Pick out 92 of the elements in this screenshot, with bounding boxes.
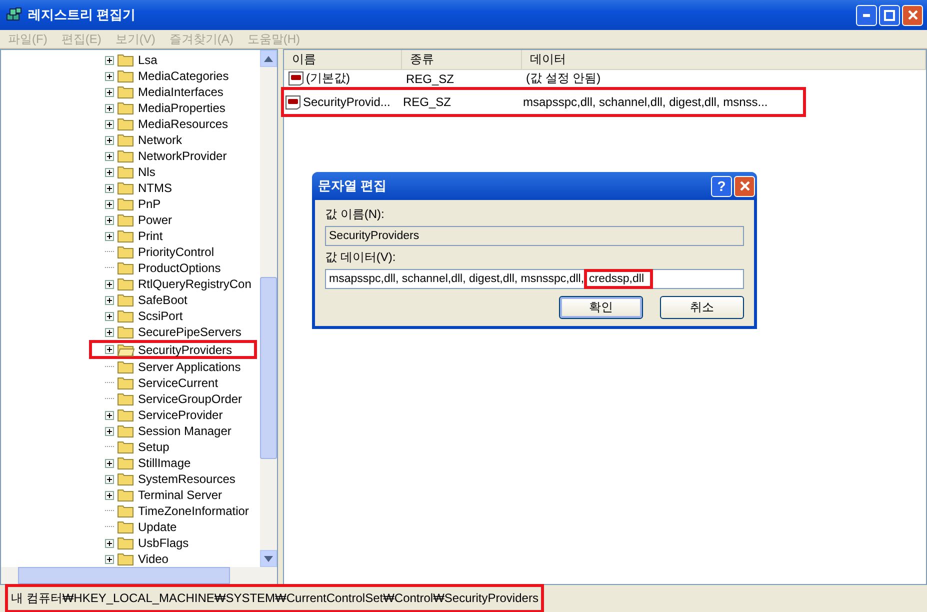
- maximize-button[interactable]: [879, 4, 900, 26]
- tree-item[interactable]: MediaInterfaces: [138, 85, 224, 99]
- tree-item[interactable]: Video: [138, 552, 168, 566]
- expand-icon[interactable]: [105, 136, 114, 144]
- table-cell: msapsspc,dll, schannel,dll, digest,dll, msnss...: [523, 95, 768, 109]
- tree-item[interactable]: PriorityControl: [138, 245, 214, 259]
- minimize-icon: [863, 14, 870, 16]
- field-label: 값 이름(N):: [325, 206, 386, 223]
- tree-item[interactable]: Print: [138, 229, 163, 243]
- ok-button[interactable]: 확인: [559, 296, 643, 319]
- expand-icon[interactable]: [105, 426, 114, 436]
- tree-item[interactable]: SystemResources: [138, 472, 236, 486]
- help-button[interactable]: ?: [711, 176, 732, 196]
- expand-icon[interactable]: [105, 280, 114, 288]
- tree-item[interactable]: ProductOptions: [138, 261, 221, 275]
- expand-icon[interactable]: [105, 216, 114, 224]
- highlighted-text: credssp,dll: [587, 272, 650, 286]
- value-name-field[interactable]: SecurityProviders: [325, 226, 744, 246]
- expand-icon[interactable]: [105, 458, 114, 468]
- expand-icon[interactable]: [105, 72, 114, 80]
- tree-item[interactable]: Setup: [138, 440, 170, 454]
- tree-item[interactable]: MediaProperties: [138, 101, 226, 115]
- tree-item[interactable]: ServiceProvider: [138, 408, 223, 422]
- tree-item[interactable]: MediaCategories: [138, 69, 229, 83]
- field-text: msapsspc,dll, schannel,dll, digest,dll, msnsspc,dll,: [329, 272, 584, 287]
- tree-item[interactable]: TimeZoneInformatior: [138, 504, 249, 518]
- dialog-title: 문자열 편집: [318, 177, 388, 195]
- tree-item[interactable]: Lsa: [138, 53, 158, 67]
- string-value-icon: [288, 71, 304, 86]
- horizontal-scrollbar[interactable]: [1, 567, 277, 584]
- expand-icon[interactable]: [105, 168, 114, 176]
- column-header[interactable]: 데이터: [522, 50, 926, 69]
- expand-icon[interactable]: [105, 345, 114, 354]
- tree-item[interactable]: SafeBoot: [138, 293, 188, 307]
- tree-item[interactable]: ScsiPort: [138, 309, 183, 323]
- expand-icon[interactable]: [105, 232, 114, 240]
- tree-item[interactable]: NTMS: [138, 181, 172, 195]
- expand-icon[interactable]: [105, 88, 114, 96]
- table-cell-text: SecurityProvid...: [303, 95, 392, 109]
- tree-item[interactable]: SecurePipeServers: [138, 325, 242, 339]
- field-label: 값 데이터(V):: [325, 249, 397, 266]
- window-title: 레지스트리 편집기: [28, 6, 137, 24]
- maximize-icon: [884, 10, 895, 20]
- close-button[interactable]: [734, 176, 755, 196]
- tree-item[interactable]: RtlQueryRegistryCon: [138, 277, 252, 291]
- expand-icon[interactable]: [105, 474, 114, 484]
- table-cell-text: REG_SZ: [405, 72, 456, 86]
- table-cell-text: REG_SZ: [402, 95, 452, 109]
- expand-icon[interactable]: [105, 312, 114, 320]
- expand-icon[interactable]: [105, 152, 114, 160]
- close-icon: [908, 10, 918, 20]
- expand-icon[interactable]: [105, 554, 114, 564]
- column-header[interactable]: 이름: [284, 50, 402, 69]
- scroll-up-icon[interactable]: [264, 56, 273, 62]
- scroll-thumb[interactable]: [260, 277, 277, 459]
- tree-item[interactable]: MediaResources: [138, 117, 228, 131]
- expand-icon[interactable]: [105, 410, 114, 420]
- status-path: 내 컴퓨터₩HKEY_LOCAL_MACHINE₩SYSTEM₩CurrentControlSet₩Control₩SecurityProviders: [5, 584, 544, 612]
- close-icon: [740, 181, 750, 191]
- table-cell: (값 설정 안됨): [526, 70, 601, 87]
- tree-item[interactable]: Nls: [138, 165, 156, 179]
- tree-item[interactable]: Power: [138, 213, 172, 227]
- tree-item[interactable]: SecurityProviders: [138, 342, 232, 356]
- table-cell-text: (기본값): [306, 70, 351, 87]
- tree-item[interactable]: ServiceCurrent: [138, 376, 218, 390]
- expand-icon[interactable]: [105, 296, 114, 304]
- tree-item[interactable]: ServiceGroupOrder: [138, 392, 242, 406]
- tree-item[interactable]: Server Applications: [138, 360, 241, 374]
- tree-item[interactable]: Update: [138, 520, 177, 534]
- value-data-field[interactable]: msapsspc,dll, schannel,dll, digest,dll, msnsspc,dll, credssp,dll: [325, 269, 744, 289]
- column-header[interactable]: 종류: [402, 50, 522, 69]
- cancel-button[interactable]: 취소: [660, 296, 744, 319]
- tree-item[interactable]: NetworkProvider: [138, 149, 227, 163]
- expand-icon[interactable]: [105, 490, 114, 500]
- expand-icon[interactable]: [105, 200, 114, 208]
- expand-icon[interactable]: [105, 104, 114, 112]
- tree-item[interactable]: Terminal Server: [138, 488, 222, 502]
- tree-item[interactable]: StillImage: [138, 456, 191, 470]
- expand-icon[interactable]: [105, 56, 114, 64]
- close-button[interactable]: [902, 4, 923, 26]
- minimize-button[interactable]: [856, 4, 877, 26]
- scroll-down-icon[interactable]: [264, 556, 273, 562]
- expand-icon[interactable]: [105, 328, 114, 336]
- expand-icon[interactable]: [105, 120, 114, 128]
- tree-item[interactable]: UsbFlags: [138, 536, 189, 550]
- tree-item[interactable]: Network: [138, 133, 182, 147]
- expand-icon[interactable]: [105, 538, 114, 548]
- expand-icon[interactable]: [105, 184, 114, 192]
- vertical-scrollbar[interactable]: [260, 50, 277, 567]
- tree-item[interactable]: Session Manager: [138, 424, 232, 438]
- scroll-thumb[interactable]: [18, 567, 230, 584]
- tree-item[interactable]: PnP: [138, 197, 161, 211]
